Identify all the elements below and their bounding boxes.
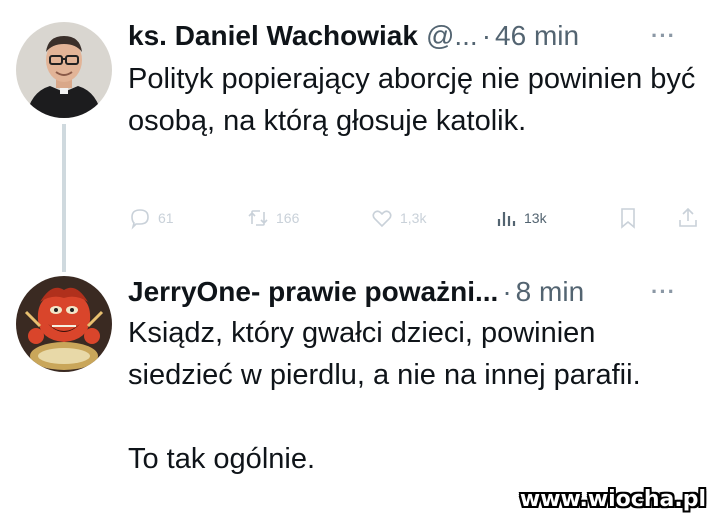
author-handle[interactable]: @... bbox=[426, 20, 478, 52]
more-options-icon[interactable]: ··· bbox=[651, 23, 676, 49]
watermark: www.wiocha.pl bbox=[519, 487, 706, 512]
tweet-text-paragraph: Polityk popierający aborcję nie powinien… bbox=[128, 63, 696, 137]
reply-button[interactable]: 61 bbox=[128, 198, 174, 238]
bookmark-icon bbox=[621, 208, 635, 229]
tweet-actions: 61 166 1,3k 13k bbox=[128, 198, 697, 238]
timestamp[interactable]: 8 min bbox=[516, 276, 584, 308]
tweet-header: ks. Daniel Wachowiak @... · 46 min ··· bbox=[128, 16, 688, 56]
repost-count: 166 bbox=[276, 210, 300, 226]
tweet-text: Polityk popierający aborcję nie powinien… bbox=[128, 58, 698, 142]
author-name[interactable]: ks. Daniel Wachowiak bbox=[128, 20, 418, 52]
share-button[interactable] bbox=[676, 198, 700, 238]
like-button[interactable]: 1,3k bbox=[370, 198, 426, 238]
avatar[interactable] bbox=[16, 22, 112, 118]
repost-icon bbox=[248, 210, 268, 226]
separator: · bbox=[481, 20, 492, 51]
views-button[interactable]: 13k bbox=[494, 198, 547, 238]
more-options-icon[interactable]: ··· bbox=[651, 279, 676, 305]
bookmark-button[interactable] bbox=[616, 198, 640, 238]
like-icon bbox=[372, 210, 392, 228]
tweet-text-paragraph: To tak ogólnie. bbox=[128, 443, 316, 475]
tweet-text-paragraph: Ksiądz, który gwałci dzieci, powinien si… bbox=[128, 317, 641, 391]
avatar[interactable] bbox=[16, 276, 112, 372]
reply-count: 61 bbox=[158, 210, 174, 226]
reply-icon bbox=[131, 209, 149, 230]
tweet-text: Ksiądz, który gwałci dzieci, powinien si… bbox=[128, 312, 698, 480]
like-count: 1,3k bbox=[400, 210, 427, 226]
author-name[interactable]: JerryOne- prawie poważni... bbox=[128, 276, 498, 308]
separator: · bbox=[502, 276, 512, 307]
tweet-header: JerryOne- prawie poważni... · 8 min ··· bbox=[128, 272, 688, 312]
timestamp[interactable]: 46 min bbox=[495, 20, 579, 52]
views-count: 13k bbox=[524, 210, 547, 226]
thread-line bbox=[62, 124, 66, 272]
repost-button[interactable]: 166 bbox=[246, 198, 299, 238]
views-icon bbox=[497, 212, 516, 226]
share-icon bbox=[679, 207, 697, 227]
